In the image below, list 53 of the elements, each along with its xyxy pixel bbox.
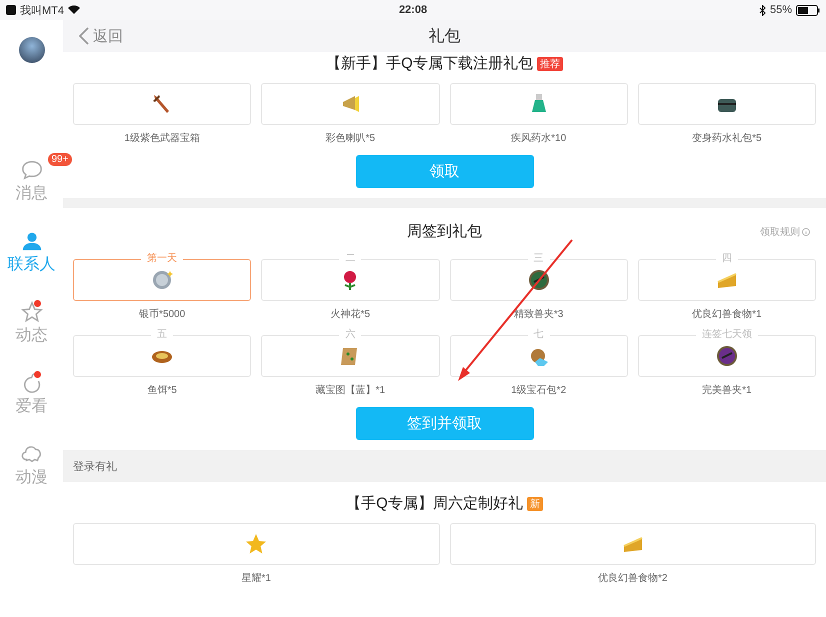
sidebar-tab[interactable]: 爱看 [16, 372, 48, 417]
sign-in-claim-button[interactable]: 签到并领取 [356, 407, 534, 440]
unread-badge: 99+ [48, 153, 72, 166]
day-label: 连签七天领 [696, 329, 758, 341]
section-title: 周签到礼包 [407, 222, 482, 241]
reward-name: 变身药水礼包*5 [692, 132, 762, 145]
rules-link[interactable]: 领取规则 [754, 224, 816, 240]
day-label: 第一天 [141, 253, 184, 265]
star-icon [20, 301, 42, 323]
day-label: 六 [339, 329, 362, 341]
reward-name: 1级宝石包*2 [511, 384, 566, 397]
sidebar-tab[interactable]: 消息 [16, 159, 48, 204]
avatar[interactable] [18, 37, 44, 63]
section-header: 登录有礼 [73, 460, 117, 474]
person-icon [20, 230, 42, 252]
battery-icon [796, 4, 820, 16]
reward-name: 银币*5000 [139, 308, 186, 321]
section-title: 【新手】手Q专属下载注册礼包 [326, 54, 533, 73]
reward-name: 疾风药水*10 [511, 132, 566, 145]
coin-icon [150, 268, 174, 292]
trap-icon [526, 268, 551, 292]
sidebar-tab[interactable]: 动态 [16, 301, 48, 346]
reward-name: 藏宝图【蓝】*1 [316, 384, 386, 397]
day-label: 四 [716, 253, 738, 265]
tag-label: 推荐 [536, 56, 563, 70]
battery-percent: 55% [770, 4, 792, 16]
trap-icon [714, 344, 739, 368]
page-title: 礼包 [428, 26, 460, 46]
reward-name: 1级紫色武器宝箱 [124, 132, 200, 145]
reward-name: 优良幻兽食物*2 [598, 572, 668, 585]
reward-name: 彩色喇叭*5 [326, 132, 376, 145]
reward-name: 火神花*5 [330, 308, 370, 321]
cloud-icon [20, 443, 42, 465]
section-title: 【手Q专属】周六定制好礼 [346, 494, 523, 513]
reward-name: 鱼饵*5 [147, 384, 177, 397]
star-icon [244, 532, 268, 556]
bluetooth-icon [758, 4, 766, 16]
clock-time: 22:08 [398, 4, 428, 16]
chevron-left-icon [79, 27, 89, 45]
tag-label: 新 [526, 496, 543, 510]
reward-name: 优良幻兽食物*1 [692, 308, 762, 321]
reward-name: 精致兽夹*3 [514, 308, 564, 321]
reward-name: 星耀*1 [242, 572, 271, 585]
wifi-icon [68, 5, 80, 15]
sidebar-tab[interactable]: 动漫 [16, 443, 48, 488]
info-icon [802, 228, 810, 236]
reward-name: 完美兽夹*1 [702, 384, 752, 397]
back-to-app-label[interactable]: 我叫MT4 [20, 2, 64, 18]
chat-bubble-icon [20, 159, 42, 181]
day-label: 七 [528, 329, 550, 341]
back-button[interactable]: 返回 [63, 26, 129, 46]
claim-button[interactable]: 领取 [356, 155, 534, 188]
sidebar-tab[interactable]: 联系人 [8, 230, 56, 275]
